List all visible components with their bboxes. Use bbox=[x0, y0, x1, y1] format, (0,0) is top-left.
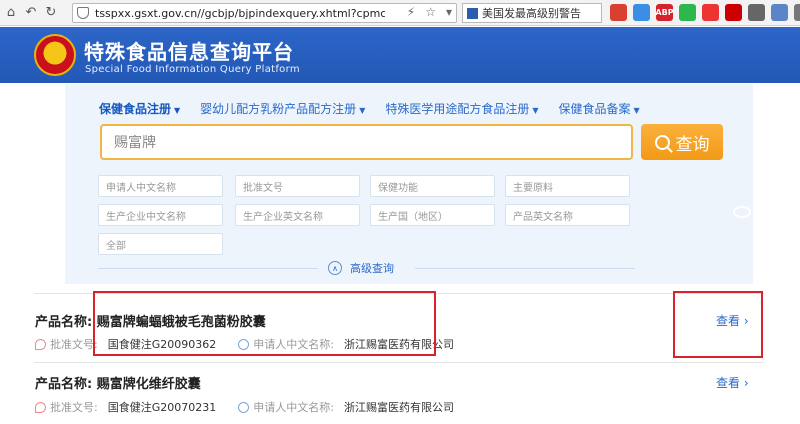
divider bbox=[415, 268, 635, 269]
bookmark-icon[interactable] bbox=[633, 4, 650, 21]
approval-label: 批准文号: bbox=[50, 338, 98, 351]
site-title: 特殊食品信息查询平台 bbox=[84, 40, 294, 64]
extension-icons: ABP bbox=[610, 4, 800, 21]
approval-label: 批准文号: bbox=[50, 401, 98, 414]
chevron-down-icon: ▼ bbox=[174, 106, 181, 115]
url-text[interactable]: tsspxx.gsxt.gov.cn//gcbjp/bjpindexquery.… bbox=[95, 7, 385, 20]
approval-number-field[interactable]: 批准文号 bbox=[235, 175, 360, 197]
menu-icon[interactable] bbox=[794, 4, 800, 21]
chevron-up-icon: ∧ bbox=[328, 261, 342, 275]
view-button[interactable]: 查看 › bbox=[716, 374, 749, 391]
site-subtitle: Special Food Information Query Platform bbox=[85, 64, 300, 75]
chevron-down-icon: ▼ bbox=[532, 106, 539, 115]
applicant-name-field[interactable]: 申请人中文名称 bbox=[98, 175, 223, 197]
product-name[interactable]: 赐富牌化维纤胶囊 bbox=[97, 377, 201, 392]
browser-toolbar: ⌂ ↶ ↻ tsspxx.gsxt.gov.cn//gcbjp/bjpindex… bbox=[0, 0, 800, 26]
weibo-icon[interactable] bbox=[702, 4, 719, 21]
advanced-search-label: 高级查询 bbox=[350, 262, 394, 275]
applicant-name: 浙江赐富医药有限公司 bbox=[343, 401, 454, 414]
search-button-label: 查询 bbox=[675, 134, 710, 155]
highlight-box bbox=[93, 291, 436, 356]
wechat-icon[interactable] bbox=[679, 4, 696, 21]
product-name-label: 产品名称: bbox=[35, 315, 93, 330]
search-engine-icon bbox=[467, 7, 478, 19]
decorative-ring bbox=[733, 206, 751, 218]
star-icon[interactable]: ☆ bbox=[425, 5, 436, 19]
main-ingredient-field[interactable]: 主要原料 bbox=[505, 175, 630, 197]
search-input[interactable]: 赐富牌 bbox=[100, 124, 633, 160]
chevron-down-icon: ▼ bbox=[633, 106, 640, 115]
location-pin-icon bbox=[35, 401, 46, 413]
chevron-down-icon: ▼ bbox=[359, 106, 366, 115]
adblock-icon[interactable]: ABP bbox=[655, 4, 674, 21]
location-pin-icon bbox=[35, 338, 46, 350]
tab-health-food-filing[interactable]: 保健食品备案 ▼ bbox=[559, 100, 640, 117]
divider bbox=[34, 362, 764, 363]
power-icon[interactable] bbox=[725, 4, 742, 21]
approval-number: 国食健注G20070231 bbox=[107, 401, 217, 414]
site-header: 特殊食品信息查询平台 Special Food Information Quer… bbox=[0, 27, 800, 83]
search-icon bbox=[654, 134, 670, 150]
manufacturer-en-field[interactable]: 生产企业英文名称 bbox=[235, 204, 360, 226]
applicant-icon bbox=[238, 401, 250, 413]
tab-infant-formula-registration[interactable]: 婴幼儿配方乳粉产品配方注册 ▼ bbox=[200, 100, 365, 117]
chevron-right-icon: › bbox=[743, 376, 749, 390]
shield-icon bbox=[77, 7, 89, 19]
mail-icon[interactable] bbox=[610, 4, 627, 21]
result-title: 产品名称: 赐富牌化维纤胶囊 bbox=[35, 373, 201, 392]
back-icon[interactable]: ↶ bbox=[22, 4, 40, 22]
search-button[interactable]: 查询 bbox=[641, 124, 723, 160]
category-tabs: 保健食品注册 ▼ 婴幼儿配方乳粉产品配方注册 ▼ 特殊医学用途配方食品注册 ▼ 保健食… bbox=[99, 100, 640, 117]
applicant-label: 申请人中文名称: bbox=[253, 401, 334, 414]
manufacturer-cn-field[interactable]: 生产企业中文名称 bbox=[98, 204, 223, 226]
scope-select[interactable]: 全部 bbox=[98, 233, 223, 255]
country-field[interactable]: 生产国（地区） bbox=[370, 204, 495, 226]
address-bar[interactable]: tsspxx.gsxt.gov.cn//gcbjp/bjpindexquery.… bbox=[72, 3, 457, 23]
search-query-text: 赐富牌 bbox=[114, 135, 156, 151]
lightning-icon[interactable]: ⚡ bbox=[407, 5, 415, 19]
tab-health-food-registration[interactable]: 保健食品注册 ▼ bbox=[99, 100, 180, 117]
product-name-label: 产品名称: bbox=[35, 377, 93, 392]
reload-icon[interactable]: ↻ bbox=[42, 4, 60, 22]
health-function-field[interactable]: 保健功能 bbox=[370, 175, 495, 197]
address-bar-icons: ⚡ ☆ ▾ bbox=[407, 5, 452, 19]
result-meta: 批准文号: 国食健注G20070231 申请人中文名称: 浙江赐富医药有限公司 bbox=[35, 399, 454, 415]
search-box-text[interactable]: 美国发最高级别警告 bbox=[482, 5, 581, 21]
dropdown-icon[interactable]: ▾ bbox=[446, 5, 452, 19]
divider bbox=[98, 268, 318, 269]
home-icon[interactable]: ⌂ bbox=[2, 4, 20, 22]
account-icon[interactable] bbox=[771, 4, 788, 21]
search-box[interactable]: 美国发最高级别警告 bbox=[462, 3, 602, 23]
product-en-name-field[interactable]: 产品英文名称 bbox=[505, 204, 630, 226]
national-emblem-icon bbox=[34, 34, 76, 76]
gear-icon[interactable] bbox=[748, 4, 765, 21]
advanced-search-toggle[interactable]: ∧ 高级查询 bbox=[328, 260, 394, 276]
highlight-box bbox=[673, 291, 763, 358]
tab-medical-formula-registration[interactable]: 特殊医学用途配方食品注册 ▼ bbox=[385, 100, 538, 117]
